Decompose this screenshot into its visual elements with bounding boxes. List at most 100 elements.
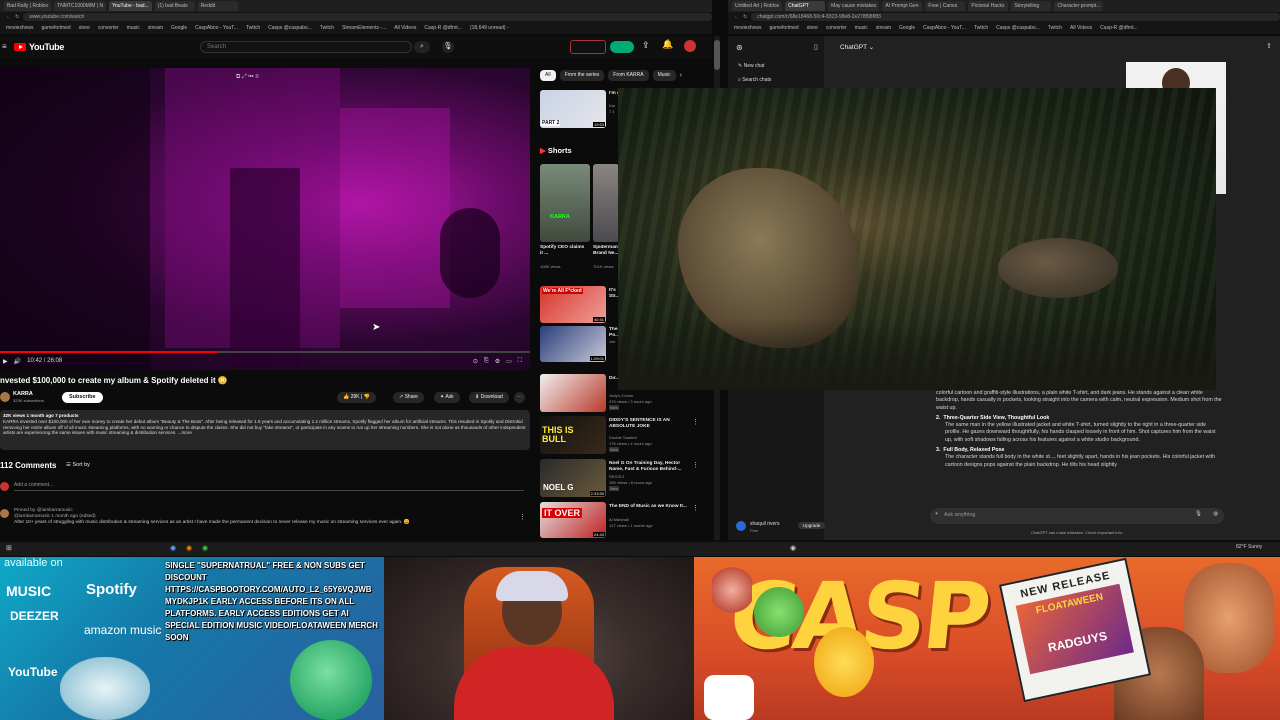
back-icon[interactable]: ← — [734, 14, 739, 20]
windows-start-icon[interactable]: ⊞ — [6, 544, 12, 552]
sort-by-button[interactable]: ☰ Sort by — [66, 462, 90, 468]
progress-bar[interactable] — [0, 351, 530, 353]
bookmark[interactable]: Twitch — [246, 25, 260, 31]
subscribe-button[interactable]: Subscribe — [62, 392, 103, 403]
tab[interactable]: AI Prompt Gen — [882, 1, 923, 11]
bookmark[interactable]: store — [807, 25, 818, 31]
chip[interactable]: From KARRA — [608, 70, 649, 81]
bookmark[interactable]: Casps @caspabo... — [996, 25, 1040, 31]
bookmark[interactable]: StreamElements -... — [342, 25, 386, 31]
bookmark[interactable]: CaspAboo - YouT... — [923, 25, 966, 31]
taskbar-app-icon[interactable]: ◉ — [790, 544, 796, 552]
back-icon[interactable]: ← — [6, 14, 11, 20]
video-more-icon[interactable]: ⋮ — [692, 418, 699, 426]
ask-button[interactable]: ✦ Ask — [434, 392, 460, 403]
bookmark[interactable]: All Videos — [394, 25, 416, 31]
mic-icon[interactable]: 🎙 — [1195, 511, 1202, 517]
bookmark[interactable]: stream — [148, 25, 163, 31]
live-toggle-icon[interactable] — [610, 41, 634, 53]
video-thumbnail[interactable]: We're All F*cked 40:41 — [540, 286, 606, 323]
bookmark[interactable]: converter — [98, 25, 119, 31]
create-icon[interactable]: ⇪ — [642, 40, 650, 51]
video-thumbnail[interactable]: 1:29:01 — [540, 326, 606, 362]
video-thumbnail[interactable]: PART 2 19:53 — [540, 90, 606, 128]
tab[interactable]: Untitled Art | Roblox — [732, 1, 783, 11]
short-thumbnail[interactable]: KARRA — [540, 164, 590, 242]
like-button[interactable]: 👍 28K | 👎 — [337, 392, 376, 403]
comment-avatar[interactable] — [0, 509, 9, 518]
captions-icon[interactable]: ⎘ — [484, 358, 489, 365]
settings-icon[interactable]: ⚙ — [495, 358, 500, 365]
sidebar-toggle-icon[interactable]: ▯ — [814, 43, 818, 51]
bookmark[interactable]: Google — [171, 25, 187, 31]
short-thumbnail[interactable] — [593, 164, 619, 242]
player-top-icons[interactable]: ⧉ ⤢ ⏮ ≡ — [236, 74, 259, 81]
taskbar-app-icon[interactable]: ◉ — [186, 544, 192, 552]
video-more-icon[interactable]: ⋮ — [692, 504, 699, 512]
bookmark[interactable]: movieshows — [6, 25, 34, 31]
tab[interactable]: Bad Rally | Roblox — [4, 1, 52, 11]
tab[interactable]: Storytelling — [1011, 1, 1052, 11]
tab[interactable]: Reddit — [197, 1, 238, 11]
tab[interactable]: Character prompt... — [1054, 1, 1104, 11]
openai-logo-icon[interactable]: ⊛ — [736, 43, 743, 52]
url-field[interactable]: chatgpt.com/c/68e18468-50c4-8323-98e8-2e… — [751, 13, 1280, 21]
chip[interactable]: Music — [652, 70, 676, 81]
tab-active[interactable]: ChatGPT — [785, 1, 826, 11]
search-chats-button[interactable]: ⌕ Search chats — [738, 77, 771, 83]
upgrade-button[interactable]: Upgrade — [798, 522, 826, 529]
bookmark[interactable]: music — [127, 25, 140, 31]
video-more-icon[interactable]: ⋮ — [692, 461, 699, 469]
bookmark[interactable]: Casp-R @dfrnt... — [1100, 25, 1138, 31]
autoplay-icon[interactable]: ⊙ — [473, 358, 478, 365]
taskbar-app-icon[interactable]: ◉ — [170, 544, 176, 552]
tab[interactable]: (1) bad Beats — [154, 1, 195, 11]
user-name[interactable]: shaquil rivers — [750, 521, 779, 527]
bookmark[interactable]: music — [855, 25, 868, 31]
video-thumbnail[interactable]: IT OVER 24:43 — [540, 502, 606, 538]
video-title[interactable]: The END of Music as we Know It... — [609, 504, 689, 510]
mic-icon[interactable]: 🎙 — [442, 41, 454, 53]
share-icon[interactable]: ⇪ — [1266, 42, 1272, 50]
taskbar-app-icon[interactable]: ◉ — [202, 544, 208, 552]
model-selector[interactable]: ChatGPT ⌄ — [840, 43, 874, 51]
plus-icon[interactable]: + — [935, 511, 938, 517]
tab[interactable]: Pictorial Hacks — [968, 1, 1009, 11]
avatar[interactable] — [684, 40, 696, 52]
weather-widget[interactable]: 82°F Sunny — [1236, 544, 1262, 550]
menu-icon[interactable]: ≡ — [2, 42, 7, 51]
tubebuddy-icon[interactable] — [570, 40, 606, 54]
fullscreen-icon[interactable]: ⛶ — [518, 358, 522, 365]
bookmark[interactable]: Twitch — [974, 25, 988, 31]
video-thumbnail[interactable] — [540, 374, 606, 412]
short-title[interactable]: Spiderman Brand Ne... — [593, 245, 619, 256]
chip[interactable]: From the series — [559, 70, 605, 81]
play-icon[interactable]: ▶ — [3, 358, 8, 365]
share-button[interactable]: ↗ Share — [393, 392, 424, 403]
theater-icon[interactable]: ▭ — [506, 358, 512, 365]
bookmark[interactable]: Google — [899, 25, 915, 31]
video-thumbnail[interactable]: NOEL G 2:33:50 — [540, 459, 606, 497]
tab[interactable]: May cause mistakes — [828, 1, 880, 11]
user-avatar[interactable] — [736, 521, 746, 531]
volume-icon[interactable]: 🔊 — [14, 358, 21, 365]
tab[interactable]: Free | Canva — [925, 1, 966, 11]
voice-icon[interactable]: ◍ — [1213, 511, 1218, 517]
chip[interactable]: All — [540, 70, 556, 81]
bookmark[interactable]: converter — [826, 25, 847, 31]
comment-more-icon[interactable]: ⋮ — [519, 513, 526, 521]
tab[interactable]: TNMTC1000MIM | N — [54, 1, 107, 11]
more-icon[interactable]: ⋯ — [514, 392, 525, 403]
search-icon[interactable]: ⌕ — [414, 41, 430, 53]
url-field[interactable]: www.youtube.com/watch — [23, 13, 712, 21]
bookmark[interactable]: Casp-R @dfrnt... — [424, 25, 462, 31]
video-title[interactable]: DIDDY'S SENTENCE IS AN ABSOLUTE JOKE — [609, 418, 689, 429]
chat-input[interactable]: + Ask anything 🎙 ◍ — [930, 508, 1224, 524]
channel-avatar[interactable] — [0, 392, 10, 402]
chevron-right-icon[interactable]: › — [680, 70, 682, 82]
new-chat-button[interactable]: ✎ New chat — [738, 63, 764, 69]
video-player[interactable]: ⧉ ⤢ ⏮ ≡ ➤ — [0, 68, 530, 370]
bookmark[interactable]: Casps @caspabo... — [268, 25, 312, 31]
bookmark[interactable]: store — [79, 25, 90, 31]
bookmark[interactable]: stream — [876, 25, 891, 31]
